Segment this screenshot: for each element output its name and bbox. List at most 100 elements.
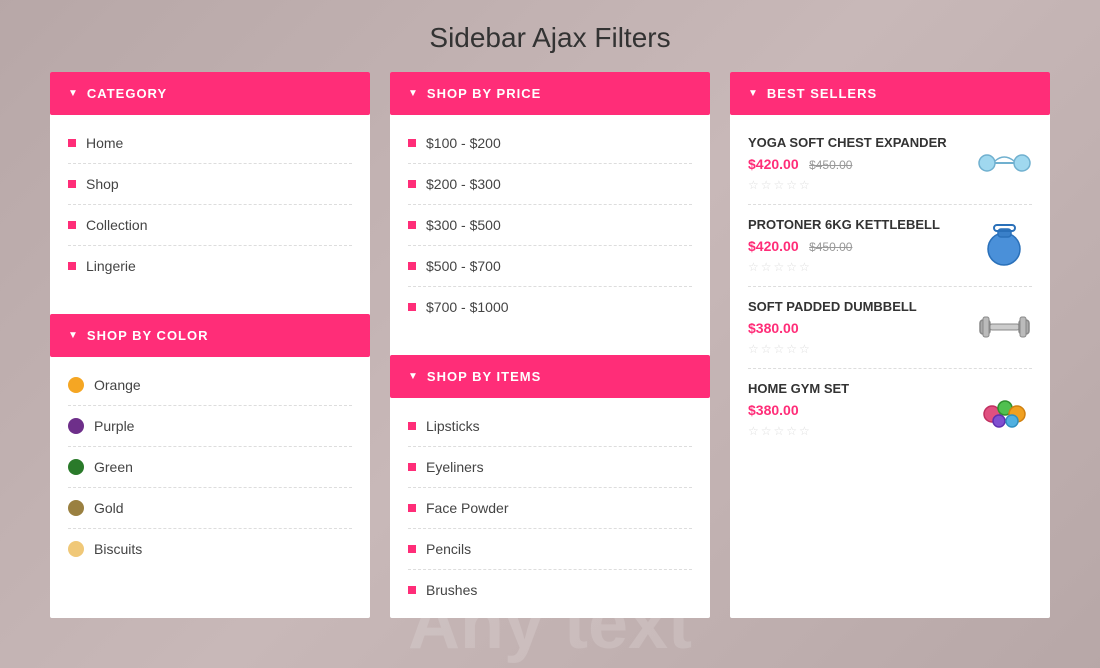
items-item-label: Face Powder [426,500,508,516]
product-info: PROTONER 6KG KETTLEBELL $420.00 $450.00 … [748,217,967,274]
color-dot-icon [68,500,84,516]
price-item-label: $500 - $700 [426,258,501,274]
shop-by-items-title: SHOP BY ITEMS [427,369,541,384]
product-price: $420.00 [748,238,799,254]
bullet-icon [408,463,416,471]
list-item[interactable]: Lipsticks [408,406,692,447]
bullet-icon [408,504,416,512]
product-info: SOFT PADDED DUMBBELL $380.00 ☆☆☆☆☆ [748,299,967,356]
middle-panel: ▼ SHOP BY PRICE $100 - $200 $200 - $300 $3… [390,72,710,618]
price-item-label: $100 - $200 [426,135,501,151]
list-item[interactable]: Brushes [408,570,692,610]
bullet-icon [408,545,416,553]
list-item[interactable]: Shop [68,164,352,205]
color-dot-icon [68,418,84,434]
price-item-label: $700 - $1000 [426,299,509,315]
product-name: YOGA SOFT CHEST EXPANDER [748,135,967,152]
product-price: $380.00 [748,402,799,418]
list-item[interactable]: Biscuits [68,529,352,569]
list-item[interactable]: Orange [68,365,352,406]
bullet-icon [408,422,416,430]
product-pricing: $420.00 $450.00 [748,156,967,174]
price-item-label: $300 - $500 [426,217,501,233]
product-image [977,299,1032,354]
product-stars: ☆☆☆☆☆ [748,260,967,274]
color-item-label: Purple [94,418,134,434]
list-item[interactable]: Home [68,123,352,164]
items-body: Lipsticks Eyeliners Face Powder Pencils Brus… [390,398,710,618]
product-stars: ☆☆☆☆☆ [748,178,967,192]
table-row[interactable]: PROTONER 6KG KETTLEBELL $420.00 $450.00 … [748,205,1032,287]
shop-by-color-title: SHOP BY COLOR [87,328,209,343]
product-info: YOGA SOFT CHEST EXPANDER $420.00 $450.00… [748,135,967,192]
bullet-icon [408,586,416,594]
best-sellers-arrow-icon: ▼ [748,88,759,99]
bullet-icon [408,303,416,311]
items-item-label: Brushes [426,582,477,598]
items-item-label: Lipsticks [426,418,480,434]
list-item[interactable]: Lingerie [68,246,352,286]
product-image [977,135,1032,190]
best-sellers-title: BEST SELLERS [767,86,877,101]
color-dot-icon [68,541,84,557]
list-item[interactable]: Gold [68,488,352,529]
color-item-label: Green [94,459,133,475]
shop-by-items-header[interactable]: ▼ SHOP BY ITEMS [390,355,710,398]
list-item[interactable]: $200 - $300 [408,164,692,205]
list-item[interactable]: $500 - $700 [408,246,692,287]
shop-by-price-title: SHOP BY PRICE [427,86,541,101]
bullet-icon [408,180,416,188]
category-item-label: Lingerie [86,258,136,274]
product-pricing: $420.00 $450.00 [748,238,967,256]
list-item[interactable]: Green [68,447,352,488]
product-pricing: $380.00 [748,402,967,420]
product-price: $380.00 [748,320,799,336]
list-item[interactable]: Face Powder [408,488,692,529]
table-row[interactable]: SOFT PADDED DUMBBELL $380.00 ☆☆☆☆☆ [748,287,1032,369]
table-row[interactable]: YOGA SOFT CHEST EXPANDER $420.00 $450.00… [748,123,1032,205]
list-item[interactable]: Purple [68,406,352,447]
product-pricing: $380.00 [748,320,967,338]
color-arrow-icon: ▼ [68,330,79,341]
color-item-label: Orange [94,377,141,393]
items-item-label: Eyeliners [426,459,484,475]
product-name: HOME GYM SET [748,381,967,398]
price-arrow-icon: ▼ [408,88,419,99]
product-info: HOME GYM SET $380.00 ☆☆☆☆☆ [748,381,967,438]
color-item-label: Gold [94,500,124,516]
bullet-icon [68,180,76,188]
items-item-label: Pencils [426,541,471,557]
product-old-price: $450.00 [809,158,852,172]
category-item-label: Collection [86,217,147,233]
list-item[interactable]: Eyeliners [408,447,692,488]
color-dot-icon [68,459,84,475]
color-body: Orange Purple Green Gold Biscuits [50,357,370,577]
bullet-icon [408,221,416,229]
table-row[interactable]: HOME GYM SET $380.00 ☆☆☆☆☆ [748,369,1032,450]
list-item[interactable]: Collection [68,205,352,246]
product-name: PROTONER 6KG KETTLEBELL [748,217,967,234]
list-item[interactable]: $700 - $1000 [408,287,692,327]
list-item[interactable]: $100 - $200 [408,123,692,164]
price-body: $100 - $200 $200 - $300 $300 - $500 $500 - … [390,115,710,335]
price-item-label: $200 - $300 [426,176,501,192]
product-stars: ☆☆☆☆☆ [748,424,967,438]
list-item[interactable]: $300 - $500 [408,205,692,246]
best-sellers-header[interactable]: ▼ BEST SELLERS [730,72,1050,115]
category-item-label: Home [86,135,123,151]
main-content: ▼ CATEGORY Home Shop Collection Lingerie ▼ … [0,72,1100,618]
list-item[interactable]: Pencils [408,529,692,570]
product-name: SOFT PADDED DUMBBELL [748,299,967,316]
category-header[interactable]: ▼ CATEGORY [50,72,370,115]
color-dot-icon [68,377,84,393]
bullet-icon [68,221,76,229]
page-title: Sidebar Ajax Filters [0,0,1100,72]
shop-by-price-header[interactable]: ▼ SHOP BY PRICE [390,72,710,115]
best-sellers-body: YOGA SOFT CHEST EXPANDER $420.00 $450.00… [730,115,1050,458]
bullet-icon [408,262,416,270]
bullet-icon [68,262,76,270]
shop-by-color-header[interactable]: ▼ SHOP BY COLOR [50,314,370,357]
product-image [977,381,1032,436]
bullet-icon [68,139,76,147]
right-panel: ▼ BEST SELLERS YOGA SOFT CHEST EXPANDER … [730,72,1050,618]
